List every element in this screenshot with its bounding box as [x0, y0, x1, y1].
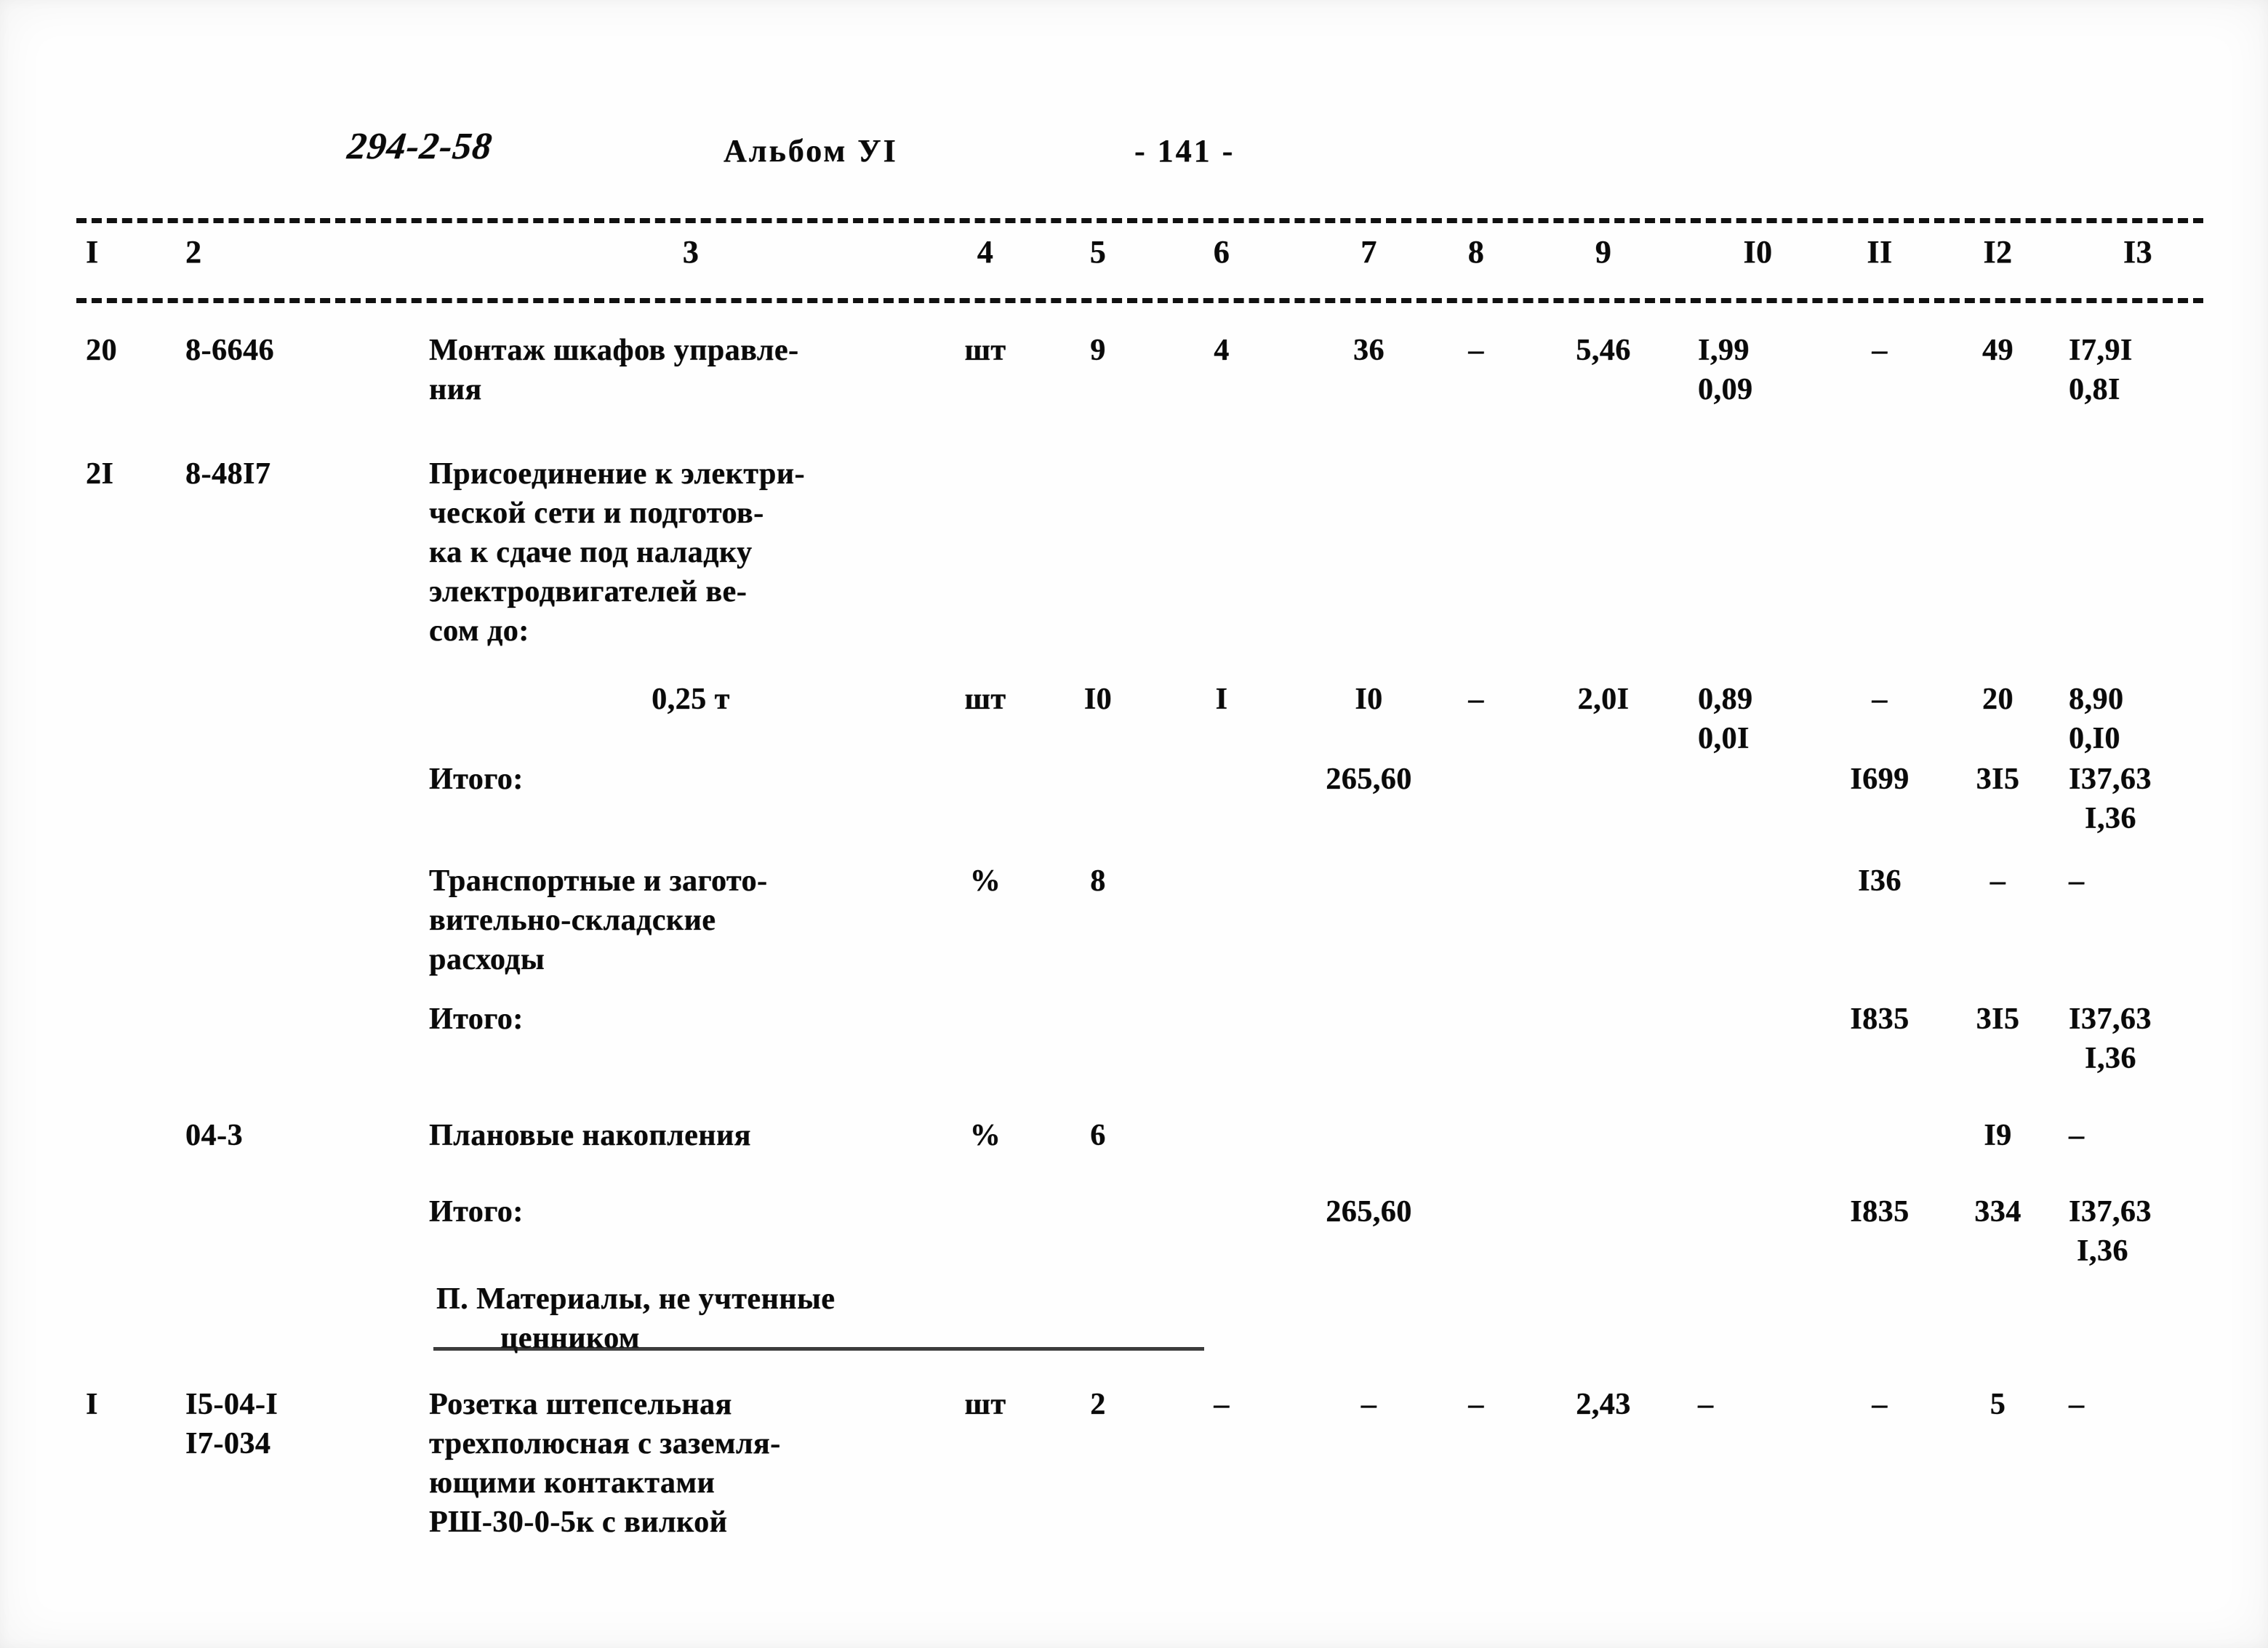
table-cell-col5: I0 [1083, 683, 1113, 716]
document-code: 294-2-58 [345, 126, 494, 167]
table-rule-top [76, 218, 2203, 223]
column-header-5: 5 [1089, 234, 1107, 270]
table-cell-col3: Розетка штепсельная трехполюсная с зазем… [429, 1388, 781, 1539]
column-header-7: 7 [1361, 234, 1377, 270]
table-cell-col3: 0,25 т [652, 683, 730, 716]
table-cell-col3: Монтаж шкафов управле- ния [429, 334, 799, 406]
table-cell-col3: П. Материалы, не учтенные ценником [436, 1282, 836, 1355]
table-cell-col8: – [1468, 1388, 1484, 1421]
table-cell-col7: I0 [1355, 683, 1383, 716]
table-cell-col12: – [1989, 864, 2006, 898]
table-cell-col13: I37,63 I,36 [2069, 763, 2152, 835]
column-header-11: II [1867, 234, 1893, 270]
table-cell-col3: Итого: [429, 1002, 524, 1036]
table-cell-col13: 8,90 0,I0 [2069, 683, 2124, 755]
table-cell-col11: – [1872, 1388, 1888, 1421]
page-number: - 141 - [1134, 133, 1235, 169]
table-cell-col3: Транспортные и загото- вительно-складски… [429, 864, 768, 976]
table-cell-col1: I [86, 1388, 98, 1421]
column-header-6: 6 [1213, 234, 1230, 270]
table-cell-col9: 2,0I [1577, 683, 1630, 716]
table-cell-col12: 5 [1989, 1388, 2006, 1421]
table-cell-col4: шт [964, 1388, 1006, 1421]
page-header: 294-2-58 Альбом УI - 141 - [0, 126, 2268, 188]
table-cell-col12: 3I5 [1976, 763, 2020, 796]
table-cell-col13: – [2069, 1388, 2085, 1421]
table-cell-col5: 2 [1090, 1388, 1106, 1421]
column-header-10: I0 [1743, 234, 1773, 270]
table-rule-bottom [76, 298, 2203, 303]
table-cell-col13: I37,63 I,36 [2069, 1195, 2152, 1268]
table-cell-col5: 6 [1090, 1119, 1106, 1152]
column-header-2: 2 [185, 234, 202, 270]
column-header-13: I3 [2123, 234, 2153, 270]
table-cell-col3: Итого: [429, 763, 524, 796]
table-cell-col13: I37,63 I,36 [2069, 1002, 2152, 1075]
column-header-1: I [86, 234, 99, 270]
table-cell-col11: – [1872, 334, 1888, 367]
table-cell-col6: I [1215, 683, 1228, 716]
table-cell-col13: I7,9I 0,8I [2069, 334, 2133, 406]
table-cell-col2: 8-6646 [185, 334, 274, 367]
column-header-4: 4 [977, 234, 994, 270]
table-cell-col6: – [1214, 1388, 1230, 1421]
table-cell-col1: 20 [86, 334, 117, 367]
column-header-9: 9 [1595, 234, 1612, 270]
table-cell-col10: – [1698, 1388, 1714, 1421]
table-cell-col4: шт [964, 334, 1006, 367]
table-cell-col9: 5,46 [1576, 334, 1631, 367]
table-cell-col4: шт [964, 683, 1006, 716]
table-cell-col3: Плановые накопления [429, 1119, 751, 1152]
table-cell-col10: 0,89 0,0I [1698, 683, 1753, 755]
table-cell-col2: I5-04-I I7-034 [185, 1388, 279, 1460]
table-cell-col6: 4 [1214, 334, 1230, 367]
album-label: Альбом УI [724, 133, 898, 169]
table-cell-col13: – [2069, 864, 2085, 898]
table-cell-col11: I36 [1858, 864, 1902, 898]
table-cell-col5: 9 [1090, 334, 1106, 367]
table-cell-col12: 20 [1982, 683, 2013, 716]
table-cell-col8: – [1468, 334, 1484, 367]
table-cell-col8: – [1468, 683, 1484, 716]
column-header-8: 8 [1467, 234, 1485, 270]
table-cell-col4: % [969, 864, 1001, 898]
table-cell-col11: I835 [1850, 1195, 1910, 1229]
column-header-12: I2 [1983, 234, 2013, 270]
table-cell-col12: 49 [1982, 334, 2013, 367]
table-cell-col7: 265,60 [1326, 763, 1412, 796]
table-cell-col9: 2,43 [1576, 1388, 1631, 1421]
table-cell-col12: 3I5 [1976, 1002, 2020, 1036]
table-cell-col2: 04-3 [185, 1119, 243, 1152]
table-cell-col7: 265,60 [1326, 1195, 1412, 1229]
table-cell-col13: – [2069, 1119, 2085, 1152]
table-cell-col11: I835 [1850, 1002, 1910, 1036]
table-cell-col11: – [1872, 683, 1888, 716]
table-cell-col12: 334 [1974, 1195, 2021, 1229]
scanned-document-page: 294-2-58 Альбом УI - 141 - I 2 3 4 5 6 7… [0, 0, 2268, 1648]
table-cell-col7: 36 [1353, 334, 1385, 367]
table-cell-col11: I699 [1850, 763, 1910, 796]
table-cell-col4: % [969, 1119, 1001, 1152]
table-column-header-row: I 2 3 4 5 6 7 8 9 I0 II I2 I3 [0, 233, 2268, 284]
table-cell-col5: 8 [1090, 864, 1106, 898]
table-cell-col3: Итого: [429, 1195, 524, 1229]
table-cell-col12: I9 [1984, 1119, 2012, 1152]
table-cell-col2: 8-48I7 [185, 457, 271, 491]
table-cell-col3: Присоединение к электри- ческой сети и п… [429, 457, 805, 648]
table-cell-col10: I,99 0,09 [1698, 334, 1753, 406]
table-cell-col1: 2I [86, 457, 114, 491]
column-header-3: 3 [682, 234, 700, 270]
table-cell-col7: – [1361, 1388, 1377, 1421]
section-heading-underline [433, 1347, 1204, 1351]
